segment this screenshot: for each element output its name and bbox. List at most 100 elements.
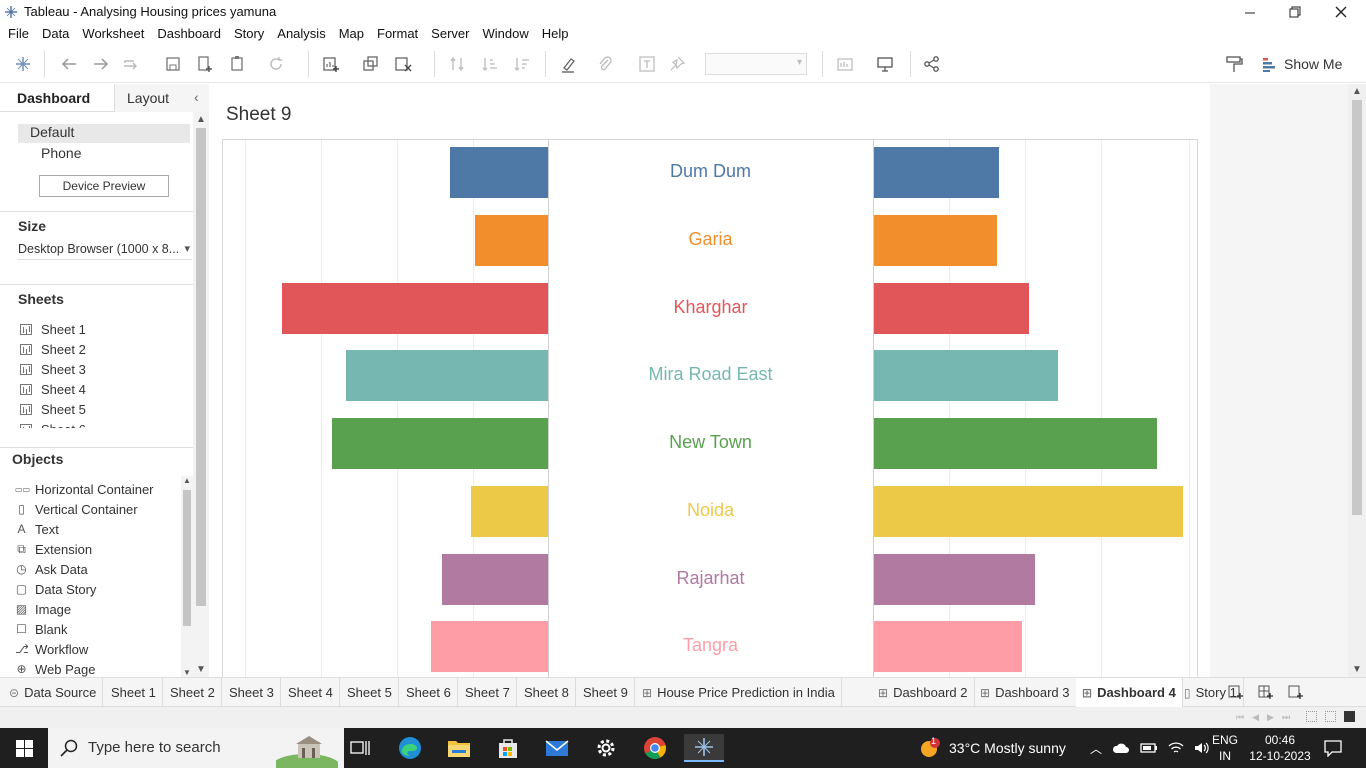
sort-descending-button[interactable] [511, 53, 533, 75]
right-bar[interactable] [874, 553, 1035, 605]
cloud-icon[interactable] [1112, 741, 1130, 755]
tab-sheet-9[interactable]: Sheet 9 [577, 678, 635, 708]
grid-view-icon[interactable] [1306, 711, 1317, 722]
start-button[interactable] [0, 728, 48, 768]
weather-widget[interactable]: 1 33°C Mostly sunny [918, 728, 1066, 768]
sort-ascending-button[interactable] [479, 53, 501, 75]
tab-sheet-3[interactable]: Sheet 3 [223, 678, 281, 708]
chevron-up-icon[interactable]: ︿ [1090, 740, 1102, 757]
tab-sheet-1[interactable]: Sheet 1 [105, 678, 163, 708]
right-bar[interactable] [874, 282, 1029, 334]
left-bar[interactable] [442, 553, 548, 605]
butterfly-chart[interactable]: Dum Dum Garia Kharghar Mira Road East New To… [222, 139, 1198, 680]
fix-axes-button[interactable] [666, 53, 688, 75]
tab-house-price-prediction-in-india[interactable]: ⊞ House Price Prediction in India [636, 678, 842, 708]
clear-sheet-button[interactable] [392, 53, 414, 75]
wifi-icon[interactable] [1168, 741, 1184, 755]
tab-dashboard-3[interactable]: ⊞ Dashboard 3 [974, 678, 1077, 708]
pane-scrollbar[interactable]: ▲ ▼ [193, 112, 209, 677]
left-bar[interactable] [332, 418, 548, 469]
tab-dashboard[interactable]: Dashboard [17, 90, 90, 106]
menu-help[interactable]: Help [542, 24, 578, 44]
tab-sheet-6[interactable]: Sheet 6 [400, 678, 458, 708]
right-bar[interactable] [874, 418, 1157, 469]
settings-button[interactable] [586, 734, 626, 762]
left-bar[interactable] [475, 214, 548, 266]
left-bar[interactable] [471, 485, 548, 537]
menu-map[interactable]: Map [339, 24, 373, 44]
undo-button[interactable] [58, 53, 80, 75]
tab-layout[interactable]: Layout [127, 90, 169, 106]
right-bar[interactable] [874, 214, 997, 266]
tab-sheet-5[interactable]: Sheet 5 [341, 678, 399, 708]
speaker-icon[interactable] [1194, 741, 1210, 755]
task-view-button[interactable] [340, 734, 380, 762]
swap-button[interactable] [446, 53, 468, 75]
notifications-button[interactable] [1324, 739, 1342, 760]
file-explorer-button[interactable] [439, 734, 479, 762]
show-me-button[interactable]: Show Me [1262, 53, 1342, 75]
device-phone[interactable]: Phone [41, 145, 81, 161]
tableau-taskbar-button[interactable] [684, 734, 724, 762]
store-button[interactable] [488, 734, 528, 762]
object-extension[interactable]: ⧉ Extension [15, 540, 92, 558]
tab-sheet-7[interactable]: Sheet 7 [459, 678, 517, 708]
object-horizontal-container[interactable]: ▭▭ Horizontal Container [15, 480, 154, 498]
restore-button[interactable] [1272, 0, 1318, 24]
replay-button[interactable] [120, 53, 142, 75]
battery-icon[interactable] [1140, 742, 1158, 754]
menu-file[interactable]: File [8, 24, 38, 44]
sheet-list-item[interactable]: Sheet 4 [20, 380, 86, 398]
fit-dropdown[interactable] [705, 53, 807, 75]
right-bar[interactable] [874, 147, 999, 198]
menu-window[interactable]: Window [482, 24, 537, 44]
share-button[interactable] [921, 53, 943, 75]
right-bar[interactable] [874, 621, 1022, 673]
sheet-list-item[interactable]: Sheet 2 [20, 340, 86, 358]
sheet-list-item[interactable]: Sheet 1 [20, 320, 86, 338]
tab-data-source[interactable]: ⊝ Data Source [3, 678, 104, 708]
minimize-button[interactable] [1227, 0, 1273, 24]
object-workflow[interactable]: ⎇ Workflow [15, 640, 88, 658]
new-data-source-button[interactable] [194, 53, 216, 75]
mail-button[interactable] [537, 734, 577, 762]
size-dropdown[interactable]: Desktop Browser (1000 x 8... [18, 242, 192, 260]
left-bar[interactable] [346, 350, 548, 402]
tabs-view-icon[interactable] [1344, 711, 1355, 722]
format-painter-button[interactable] [1223, 53, 1245, 75]
language-indicator[interactable]: ENG IN [1212, 732, 1238, 764]
sheet-list-item[interactable]: Sheet 6 [20, 420, 86, 428]
clock[interactable]: 00:46 12-10-2023 [1248, 732, 1312, 764]
object-image[interactable]: ▨ Image [15, 600, 71, 618]
menu-data[interactable]: Data [42, 24, 78, 44]
show-labels-button[interactable] [636, 53, 658, 75]
group-members-button[interactable] [594, 53, 616, 75]
save-button[interactable] [162, 53, 184, 75]
menu-analysis[interactable]: Analysis [277, 24, 334, 44]
sheet-list-item[interactable]: Sheet 3 [20, 360, 86, 378]
tableau-home-button[interactable] [12, 53, 34, 75]
sheet-list-item[interactable]: Sheet 5 [20, 400, 86, 418]
show-cards-button[interactable] [834, 53, 856, 75]
device-preview-button[interactable]: Device Preview [39, 175, 169, 197]
new-story-icon[interactable] [1288, 684, 1304, 700]
chrome-button[interactable] [635, 734, 675, 762]
objects-scrollbar[interactable]: ▲ ▼ [181, 476, 193, 677]
right-bar[interactable] [874, 485, 1183, 537]
taskbar-search[interactable]: Type here to search [48, 728, 344, 768]
object-web-page[interactable]: ⊕ Web Page [15, 660, 95, 677]
right-bar[interactable] [874, 350, 1058, 402]
menu-story[interactable]: Story [234, 24, 273, 44]
tab-sheet-8[interactable]: Sheet 8 [518, 678, 576, 708]
tab-sheet-2[interactable]: Sheet 2 [164, 678, 222, 708]
menu-format[interactable]: Format [377, 24, 427, 44]
refresh-button[interactable] [265, 53, 287, 75]
canvas-scrollbar[interactable]: ▲ ▼ [1348, 84, 1366, 677]
tab-dashboard-4[interactable]: ⊞ Dashboard 4 [1076, 678, 1183, 709]
object-blank[interactable]: ☐ Blank [15, 620, 67, 638]
filmstrip-view-icon[interactable] [1325, 711, 1336, 722]
redo-button[interactable] [90, 53, 112, 75]
duplicate-sheet-button[interactable] [360, 53, 382, 75]
left-bar[interactable] [282, 282, 548, 334]
object-ask-data[interactable]: ◷ Ask Data [15, 560, 88, 578]
